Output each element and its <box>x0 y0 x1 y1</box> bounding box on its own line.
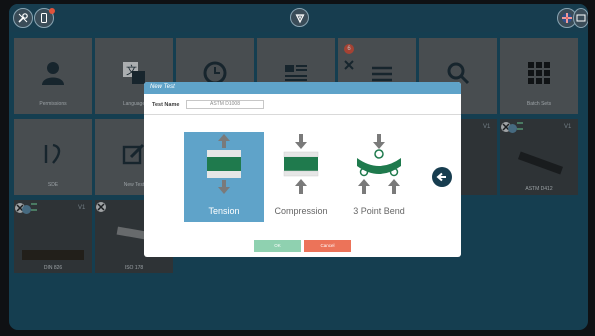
window-button[interactable] <box>573 8 588 28</box>
notification-dot <box>49 8 55 14</box>
option-label: Compression <box>274 206 328 216</box>
divider <box>144 114 461 115</box>
phone-icon <box>41 13 47 23</box>
home-logo-button[interactable] <box>290 8 309 27</box>
tools-icon <box>18 13 28 23</box>
cancel-button[interactable]: Cancel <box>304 240 351 252</box>
option-compression[interactable]: Compression <box>261 132 341 222</box>
top-bar <box>9 4 588 32</box>
logo-icon <box>295 13 304 23</box>
option-label: Tension <box>208 206 240 216</box>
tension-icon <box>207 134 241 194</box>
ok-button[interactable]: OK <box>254 240 301 252</box>
device-frame: Permissions 文 Language 6 Batch Sets SDE … <box>0 0 595 336</box>
new-test-dialog: New Test Test Name ASTM D1008 Tension Co… <box>144 82 461 257</box>
test-name-input[interactable]: ASTM D1008 <box>186 100 264 109</box>
device-button[interactable] <box>34 8 55 28</box>
back-button[interactable] <box>432 167 452 187</box>
back-arrow-icon <box>436 172 446 182</box>
dialog-title: New Test <box>150 84 175 90</box>
tools-button[interactable] <box>13 8 33 28</box>
option-tension[interactable]: Tension <box>184 132 264 222</box>
option-label: 3 Point Bend <box>353 206 405 216</box>
dialog-header: New Test <box>144 82 461 94</box>
compression-icon <box>283 134 319 194</box>
window-icon <box>576 14 586 22</box>
option-3-point-bend[interactable]: 3 Point Bend <box>339 132 419 222</box>
bend-icon <box>357 134 401 194</box>
flag-icon <box>562 13 572 23</box>
test-name-label: Test Name <box>152 102 180 108</box>
